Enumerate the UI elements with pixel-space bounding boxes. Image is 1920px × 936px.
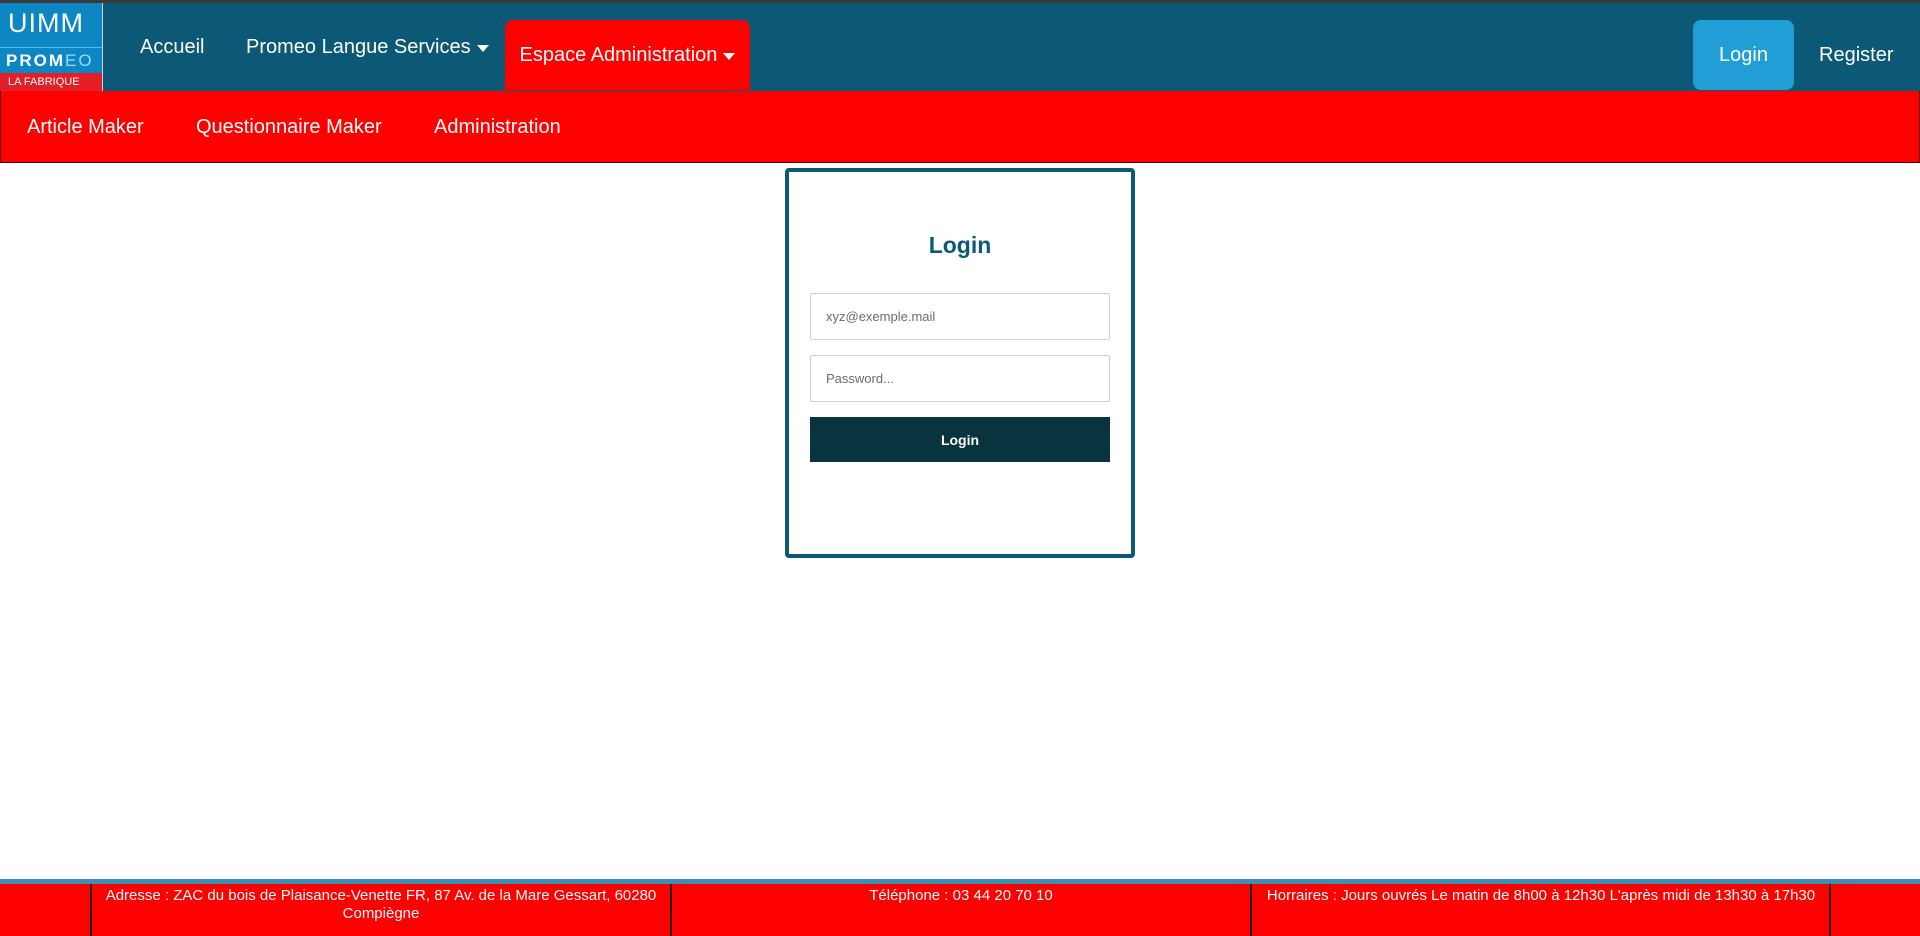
nav-accueil-link[interactable]: Accueil [140, 3, 204, 91]
logo-text-la-fabrique: LA FABRIQUE [0, 73, 102, 91]
uimm-promeo-logo[interactable]: UIMM PROMEO LA FABRIQUE [0, 3, 103, 91]
subnav-article-maker[interactable]: Article Maker [27, 91, 144, 163]
caret-down-icon [476, 44, 489, 52]
admin-subnav: Article Maker Questionnaire Maker Admini… [0, 91, 1920, 163]
nav-espace-administration-dropdown[interactable]: Espace Administration [505, 20, 750, 90]
password-input[interactable] [810, 355, 1110, 402]
email-input[interactable] [810, 293, 1110, 340]
nav-promeo-langue-dropdown[interactable]: Promeo Langue Services [246, 3, 489, 91]
footer-divider [1829, 884, 1831, 936]
login-card: Login Login [785, 168, 1135, 558]
nav-accueil-label: Accueil [140, 36, 205, 58]
logo-text-uimm: UIMM [0, 3, 102, 47]
logo-text-promeo: PROMEO [0, 47, 102, 73]
subnav-questionnaire-maker[interactable]: Questionnaire Maker [196, 91, 382, 163]
caret-down-icon [723, 52, 736, 60]
nav-espace-administration-label: Espace Administration [519, 43, 718, 66]
nav-register-link[interactable]: Register [1819, 20, 1893, 90]
subnav-administration[interactable]: Administration [434, 91, 561, 163]
footer-phone: Téléphone : 03 44 20 70 10 [670, 884, 1250, 936]
nav-promeo-langue-label: Promeo Langue Services [246, 36, 471, 58]
login-submit-button[interactable]: Login [810, 417, 1110, 462]
footer-address: Adresse : ZAC du bois de Plaisance-Venet… [90, 884, 670, 936]
nav-login-button[interactable]: Login [1693, 20, 1794, 90]
footer: Adresse : ZAC du bois de Plaisance-Venet… [0, 879, 1920, 936]
footer-hours: Horraires : Jours ouvrés Le matin de 8h0… [1250, 884, 1830, 936]
login-title: Login [928, 232, 992, 258]
